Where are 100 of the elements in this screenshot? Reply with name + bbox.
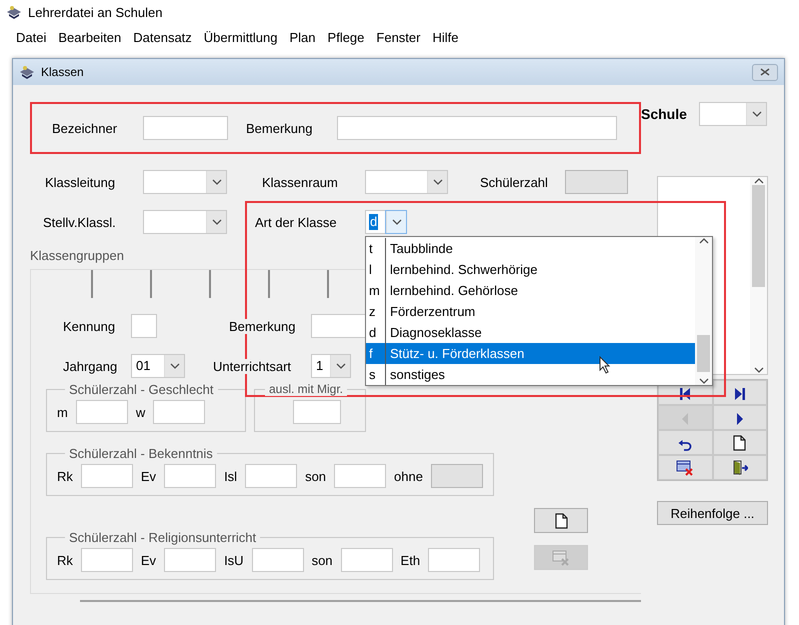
number-field[interactable] bbox=[80, 464, 133, 488]
next-button[interactable] bbox=[712, 405, 767, 430]
menu-item[interactable]: Plan bbox=[290, 30, 316, 44]
app-icon bbox=[19, 65, 35, 79]
list-option[interactable]: f Stütz- u. Förderklassen bbox=[366, 343, 695, 364]
number-field[interactable] bbox=[334, 464, 386, 488]
new-document-icon bbox=[733, 435, 746, 451]
field-label: Kennung bbox=[63, 318, 116, 334]
delete-record-icon bbox=[552, 550, 570, 566]
bemerkung-field[interactable] bbox=[337, 116, 617, 140]
window-title: Klassen bbox=[41, 65, 85, 79]
field-label: Stellv.Klassl. bbox=[43, 214, 117, 230]
readonly-field bbox=[565, 170, 628, 194]
scrollbar[interactable] bbox=[695, 237, 712, 385]
close-icon bbox=[760, 68, 770, 76]
list-option[interactable]: t Taubblinde bbox=[366, 238, 695, 259]
chevron-down-icon bbox=[336, 362, 346, 370]
menu-item[interactable]: Datensatz bbox=[133, 30, 192, 44]
field-label: Ev bbox=[140, 552, 156, 568]
scroll-down-icon bbox=[754, 366, 764, 374]
dropdown-button[interactable] bbox=[427, 171, 447, 193]
kennung-field[interactable] bbox=[131, 314, 157, 338]
first-record-icon bbox=[679, 387, 692, 401]
new-document-icon bbox=[554, 512, 568, 528]
menu-item[interactable]: Bearbeiten bbox=[58, 30, 122, 44]
number-field[interactable] bbox=[293, 400, 341, 424]
number-field[interactable] bbox=[340, 548, 393, 572]
list-option[interactable]: z Förderzentrum bbox=[366, 301, 695, 322]
chevron-down-icon bbox=[432, 178, 442, 186]
field-label: w bbox=[136, 404, 146, 420]
field-label: IsU bbox=[224, 552, 244, 568]
group-title: ausl. mit Migr. bbox=[265, 382, 348, 396]
field-label: Klassleitung bbox=[45, 174, 116, 190]
exit-button[interactable] bbox=[712, 455, 767, 480]
field-label: Ev bbox=[140, 468, 156, 484]
menu-item[interactable]: Hilfe bbox=[432, 30, 458, 44]
menu-item[interactable]: Übermittlung bbox=[204, 30, 278, 44]
combo-box[interactable]: 1 bbox=[311, 354, 351, 378]
scroll-down-icon bbox=[698, 377, 708, 385]
field-label: Schülerzahl bbox=[480, 174, 549, 190]
field-label: Rk bbox=[57, 468, 73, 484]
number-field[interactable] bbox=[80, 548, 133, 572]
delete-record-icon bbox=[676, 460, 694, 476]
number-field[interactable] bbox=[76, 400, 128, 424]
menu-item[interactable]: Datei bbox=[16, 30, 46, 44]
chevron-down-icon bbox=[392, 218, 402, 226]
scrollbar[interactable] bbox=[750, 177, 767, 374]
scroll-up-icon bbox=[754, 177, 764, 185]
dropdown-button[interactable] bbox=[330, 355, 350, 377]
number-field[interactable] bbox=[153, 400, 206, 424]
close-button[interactable] bbox=[752, 64, 778, 80]
next-record-icon bbox=[736, 412, 744, 426]
bezeichner-field[interactable] bbox=[143, 116, 228, 140]
dropdown-button[interactable] bbox=[386, 211, 406, 233]
order-button[interactable]: Reihenfolge ... bbox=[657, 501, 768, 525]
previous-record-icon bbox=[681, 412, 690, 426]
number-field[interactable] bbox=[245, 464, 298, 488]
app-title: Lehrerdatei an Schulen bbox=[28, 4, 162, 20]
number-field[interactable] bbox=[164, 548, 216, 572]
undo-button[interactable] bbox=[658, 430, 712, 455]
field-label: m bbox=[57, 404, 68, 420]
mouse-pointer-icon bbox=[599, 356, 611, 374]
app-icon bbox=[6, 5, 22, 19]
field-label: Klassenraum bbox=[262, 174, 339, 190]
new-button[interactable] bbox=[534, 508, 588, 533]
combo-box[interactable]: 01 bbox=[131, 354, 185, 378]
dropdown-button[interactable] bbox=[206, 211, 226, 233]
last-record-icon bbox=[734, 387, 746, 401]
last-button[interactable] bbox=[712, 380, 767, 405]
dropdown-button[interactable] bbox=[206, 171, 226, 193]
menu-item[interactable]: Fenster bbox=[376, 30, 420, 44]
field-label: Art der Klasse bbox=[255, 214, 338, 230]
chevron-down-icon bbox=[170, 362, 180, 370]
field-label: son bbox=[312, 552, 333, 568]
list-option[interactable]: s sonstiges bbox=[366, 364, 695, 385]
delete-button[interactable] bbox=[658, 455, 712, 480]
menu-item[interactable]: Pflege bbox=[328, 30, 364, 44]
field-label: Isl bbox=[224, 468, 238, 484]
group-title: Klassengruppen bbox=[30, 248, 124, 263]
chevron-down-icon bbox=[212, 218, 222, 226]
dropdown-button[interactable] bbox=[164, 355, 184, 377]
list-option[interactable]: m lernbehind. Gehörlose bbox=[366, 280, 695, 301]
new-button[interactable] bbox=[712, 430, 767, 455]
field-label: Bemerkung bbox=[246, 120, 314, 136]
number-field[interactable] bbox=[428, 548, 480, 572]
field-label: Rk bbox=[57, 552, 73, 568]
chevron-down-icon bbox=[212, 178, 222, 186]
chevron-down-icon bbox=[752, 110, 762, 118]
field-label: son bbox=[305, 468, 326, 484]
field-label: Bezeichner bbox=[52, 120, 118, 136]
dropdown-button[interactable] bbox=[746, 103, 766, 125]
field-label: Eth bbox=[400, 552, 420, 568]
list-option[interactable]: l lernbehind. Schwerhörige bbox=[366, 259, 695, 280]
field-label: ohne bbox=[394, 468, 423, 484]
field-label: Schule bbox=[641, 106, 688, 122]
undo-icon bbox=[678, 439, 692, 451]
field-label: Jahrgang bbox=[63, 358, 118, 374]
number-field[interactable] bbox=[164, 464, 216, 488]
scroll-up-icon bbox=[698, 237, 708, 245]
number-field[interactable] bbox=[252, 548, 304, 572]
